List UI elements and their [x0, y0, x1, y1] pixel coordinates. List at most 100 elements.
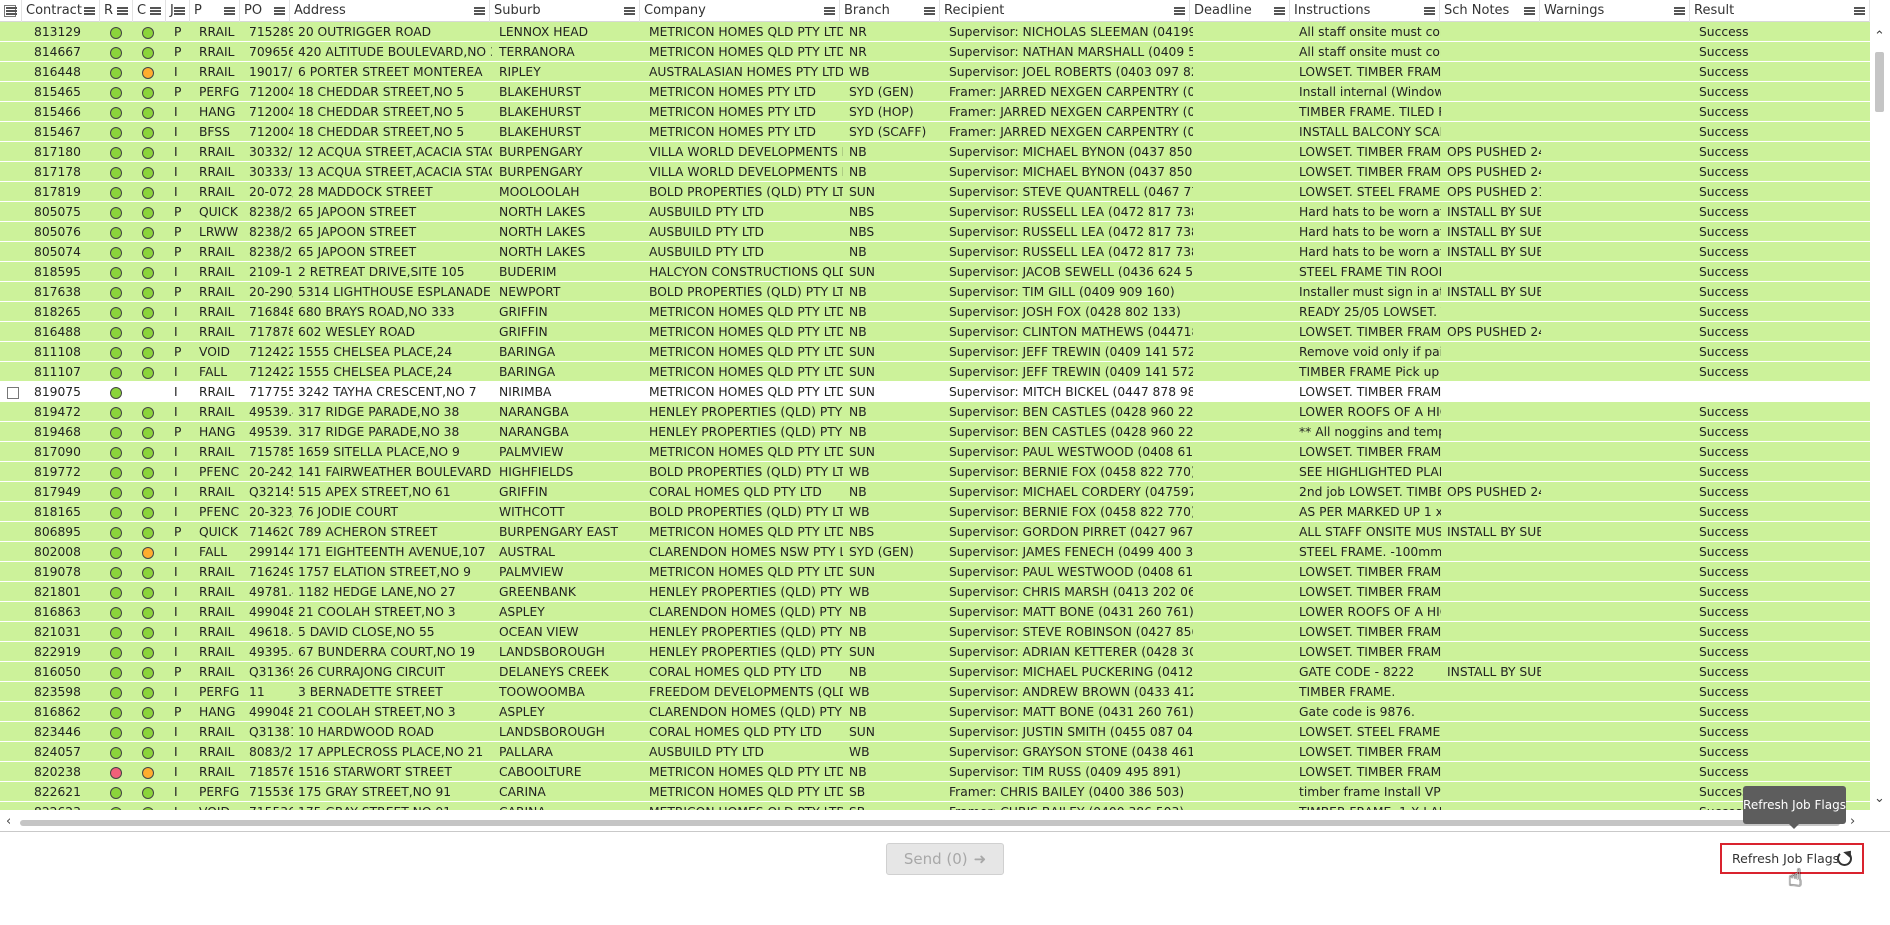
table-row[interactable]: 813129 P RRAIL 715289/20 OUTRIGGER ROAD LENN…: [0, 22, 1870, 42]
cell-suburb: RIPLEY: [499, 65, 541, 79]
column-header-deadline[interactable]: Deadline: [1190, 0, 1290, 22]
table-row[interactable]: 817949 I RRAIL Q32145/515 APEX STREET,NO 61…: [0, 482, 1870, 502]
table-row[interactable]: 811108 P VOID 712422/1555 CHELSEA PLACE,24 B…: [0, 342, 1870, 362]
table-row[interactable]: 816862 P HANG 4990482 21 COOLAH STREET,NO 3 A…: [0, 702, 1870, 722]
column-menu-icon[interactable]: [6, 7, 17, 15]
column-menu-icon[interactable]: [824, 7, 835, 15]
table-row[interactable]: 817180 I RRAIL 30332/5 12 ACQUA STREET,ACACI…: [0, 142, 1870, 162]
table-row[interactable]: 816863 I RRAIL 4990482 21 COOLAH STREET,NO 3…: [0, 602, 1870, 622]
table-row[interactable]: 824057 I RRAIL 8083/21 17 APPLECROSS PLACE,N…: [0, 742, 1870, 762]
horizontal-scrollbar[interactable]: ‹ ›: [0, 812, 1870, 831]
table-row[interactable]: 816448 I RRAIL 19017/5 6 PORTER STREET MONTE…: [0, 62, 1870, 82]
column-header-suburb[interactable]: Suburb: [490, 0, 640, 22]
table-row[interactable]: 819468 P HANG 49539.3 317 RIDGE PARADE,NO 38…: [0, 422, 1870, 442]
table-row[interactable]: 822623 I VOID715536/175 GRAY STREET,NO 91C…: [0, 802, 1870, 810]
cell-sch-notes: [1443, 462, 1541, 482]
table-row[interactable]: 818595 I RRAIL 2109-10 2 RETREAT DRIVE,SITE …: [0, 262, 1870, 282]
send-button[interactable]: Send (0) ➜: [886, 843, 1004, 875]
column-header-company[interactable]: Company: [640, 0, 840, 22]
cell-result: Success: [1699, 145, 1749, 159]
column-header-recipient[interactable]: Recipient: [940, 0, 1190, 22]
table-row[interactable]: 820238 I RRAIL 718576/1516 STARWORT STREET C…: [0, 762, 1870, 782]
column-menu-icon[interactable]: [174, 7, 185, 15]
column-menu-icon[interactable]: [1674, 7, 1685, 15]
column-header-j[interactable]: J: [166, 0, 190, 22]
vertical-scrollbar[interactable]: ⌃ ⌄: [1870, 22, 1890, 810]
cell-contract: 805075: [34, 205, 81, 219]
table-row[interactable]: 819772 I PFENC 20-242/1 141 FAIRWEATHER BOUL…: [0, 462, 1870, 482]
column-header-c[interactable]: C: [133, 0, 166, 22]
table-row[interactable]: 818265 I RRAIL 716848/680 BRAYS ROAD,NO 333…: [0, 302, 1870, 322]
column-header-warnings[interactable]: Warnings: [1540, 0, 1690, 22]
column-header-address[interactable]: Address: [290, 0, 490, 22]
table-row[interactable]: 815467 I BFSS 712004/18 CHEDDAR STREET,NO 5…: [0, 122, 1870, 142]
column-menu-icon[interactable]: [924, 7, 935, 15]
column-header-instructions[interactable]: Instructions: [1290, 0, 1440, 22]
cell-company: METRICON HOMES QLD PTY LTD: [649, 385, 843, 399]
table-row[interactable]: 814667 P RRAIL 709656/420 ALTITUDE BOULEVAR…: [0, 42, 1870, 62]
column-header-result[interactable]: Result: [1690, 0, 1870, 22]
cell-instructions: Install internal (Window Fall: [1299, 85, 1441, 99]
cell-address: 317 RIDGE PARADE,NO 38: [298, 425, 460, 439]
column-menu-icon[interactable]: [624, 7, 635, 15]
column-header-p[interactable]: P: [190, 0, 240, 22]
column-header-label: C: [137, 3, 147, 18]
column-menu-icon[interactable]: [84, 7, 95, 15]
cell-warnings: [1545, 782, 1693, 802]
table-row[interactable]: 805074 P RRAIL 8238/21 65 JAPOON STREET NORTH…: [0, 242, 1870, 262]
column-menu-icon[interactable]: [224, 7, 235, 15]
column-header-po[interactable]: PO: [240, 0, 290, 22]
cell-warnings: [1545, 342, 1693, 362]
table-row[interactable]: 821031 I RRAIL 49618.4 5 DAVID CLOSE,NO 55 OC…: [0, 622, 1870, 642]
table-row[interactable]: 817819 I RRAIL 20-072/1 28 MADDOCK STREET MOO…: [0, 182, 1870, 202]
table-row[interactable]: 817178 I RRAIL 30333/5 13 ACQUA STREET,ACACI…: [0, 162, 1870, 182]
column-menu-icon[interactable]: [117, 7, 128, 15]
scroll-up-icon[interactable]: ⌃: [1874, 30, 1885, 44]
column-menu-icon[interactable]: [1274, 7, 1285, 15]
table-row[interactable]: 805076 P LRWW 8238/21 65 JAPOON STREET NORTH …: [0, 222, 1870, 242]
column-menu-icon[interactable]: [1424, 7, 1435, 15]
column-menu-icon[interactable]: [1854, 7, 1865, 15]
table-row[interactable]: 815465 P PERFG 712004/18 CHEDDAR STREET,NO …: [0, 82, 1870, 102]
column-menu-icon[interactable]: [1174, 7, 1185, 15]
cell-j: P: [174, 85, 182, 99]
cell-p: RRAIL: [199, 565, 235, 579]
column-menu-icon[interactable]: [150, 7, 161, 15]
table-row[interactable]: 802008 I FALL 2991446 171 EIGHTEENTH AVENUE,…: [0, 542, 1870, 562]
table-row[interactable]: 817638 P RRAIL 20-290/1 5314 LIGHTHOUSE ESPL…: [0, 282, 1870, 302]
table-row[interactable]: 819078 I RRAIL 716249/1757 ELATION STREET,N…: [0, 562, 1870, 582]
table-row[interactable]: 811107 I FALL 712422/1555 CHELSEA PLACE,24 B…: [0, 362, 1870, 382]
table-row[interactable]: 818165 I PFENC 20-323/1 76 JODIE COURT WITHCO…: [0, 502, 1870, 522]
table-row[interactable]: 823598 I PERFG 11 3 BERNADETTE STREET TOOWOOM…: [0, 682, 1870, 702]
column-menu-icon[interactable]: [474, 7, 485, 15]
table-row[interactable]: 817090 I RRAIL 715785/1659 SITELLA PLACE,NO…: [0, 442, 1870, 462]
column-header-label: Instructions: [1294, 3, 1371, 18]
table-row[interactable]: 805075 P QUICK 8238/21 65 JAPOON STREET NORTH…: [0, 202, 1870, 222]
table-row[interactable]: 819472 I RRAIL 49539.4 317 RIDGE PARADE,NO 3…: [0, 402, 1870, 422]
table-row[interactable]: 806895 P QUICK 714620/789 ACHERON STREET BUR…: [0, 522, 1870, 542]
table-row[interactable]: 822621 I PERFG 715536/175 GRAY STREET,NO 91…: [0, 782, 1870, 802]
column-header-select[interactable]: [0, 0, 22, 22]
scroll-left-icon[interactable]: ‹: [6, 814, 11, 829]
column-header-branch[interactable]: Branch: [840, 0, 940, 22]
status-r-indicator: [110, 787, 122, 799]
scroll-down-icon[interactable]: ⌄: [1874, 792, 1885, 806]
table-row[interactable]: 816488 I RRAIL 717878/602 WESLEY ROAD GRIFFI…: [0, 322, 1870, 342]
status-r-indicator: [110, 227, 122, 239]
column-header-sch-notes[interactable]: Sch Notes: [1440, 0, 1540, 22]
scroll-right-icon[interactable]: ›: [1850, 814, 1855, 829]
column-header-r[interactable]: R: [100, 0, 133, 22]
column-header-contract[interactable]: Contract: [22, 0, 100, 22]
row-checkbox[interactable]: [7, 387, 19, 399]
vertical-scroll-thumb[interactable]: [1875, 52, 1884, 112]
table-row[interactable]: 816050 P RRAIL Q31369/26 CURRAJONG CIRCUIT D…: [0, 662, 1870, 682]
table-row[interactable]: 819075 I RRAIL 717755/3242 TAYHA CRESCENT,N…: [0, 382, 1870, 402]
table-row[interactable]: 823446 I RRAIL Q31381/10 HARDWOOD ROAD LANDS…: [0, 722, 1870, 742]
column-menu-icon[interactable]: [1524, 7, 1535, 15]
table-row[interactable]: 815466 I HANG 712004/18 CHEDDAR STREET,NO 5…: [0, 102, 1870, 122]
horizontal-scroll-thumb[interactable]: [20, 820, 1840, 826]
cell-suburb: GREENBANK: [499, 585, 576, 599]
table-row[interactable]: 822919 I RRAIL 49395.4 67 BUNDERRA COURT,NO …: [0, 642, 1870, 662]
table-row[interactable]: 821801 I RRAIL 49781.4 1182 HEDGE LANE,NO 27…: [0, 582, 1870, 602]
column-menu-icon[interactable]: [274, 7, 285, 15]
